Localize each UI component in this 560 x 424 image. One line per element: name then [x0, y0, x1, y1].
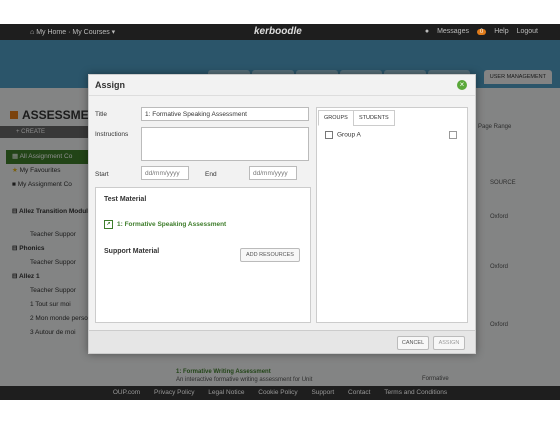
assign-dialog: Assign × Title Instructions Start End Te… [88, 74, 476, 354]
footer: OUP.com Privacy Policy Legal Notice Cook… [0, 386, 560, 400]
help-link[interactable]: Help [494, 28, 508, 35]
start-date-input[interactable] [141, 166, 189, 180]
group-a-checkbox[interactable] [449, 131, 457, 139]
user-icon[interactable]: ● [425, 28, 429, 35]
tab-students[interactable]: STUDENTS [353, 110, 395, 126]
footer-link[interactable]: OUP.com [113, 389, 140, 396]
start-label: Start [95, 171, 109, 178]
messages-link[interactable]: Messages [437, 28, 469, 35]
close-icon[interactable]: × [457, 80, 467, 90]
instructions-textarea[interactable] [141, 127, 309, 161]
test-material-heading: Test Material [104, 196, 147, 203]
expand-icon[interactable] [325, 131, 333, 139]
resource-icon: ↗ [104, 220, 113, 229]
my-home-link[interactable]: My Home [36, 29, 66, 36]
test-material-item[interactable]: ↗ 1: Formative Speaking Assessment [104, 220, 226, 229]
cancel-button[interactable]: CANCEL [397, 336, 429, 350]
footer-link[interactable]: Privacy Policy [154, 389, 194, 396]
home-icon[interactable]: ⌂ [30, 29, 34, 36]
footer-link[interactable]: Support [311, 389, 334, 396]
messages-count-badge: 0 [476, 29, 487, 35]
title-input[interactable] [141, 107, 309, 121]
footer-link[interactable]: Terms and Conditions [384, 389, 447, 396]
top-nav-bar: ⌂ My Home · My Courses ▾ kerboodle ● Mes… [0, 24, 560, 40]
brand-logo[interactable]: kerboodle [254, 26, 302, 37]
dialog-header: Assign × [89, 75, 475, 96]
footer-link[interactable]: Legal Notice [208, 389, 244, 396]
groups-panel [316, 107, 468, 323]
chevron-down-icon[interactable]: ▾ [112, 29, 116, 36]
tab-groups[interactable]: GROUPS [318, 110, 354, 126]
dialog-title: Assign [95, 80, 126, 90]
support-material-heading: Support Material [104, 248, 160, 255]
instructions-label: Instructions [95, 131, 129, 138]
footer-link[interactable]: Cookie Policy [258, 389, 297, 396]
title-label: Title [95, 111, 108, 118]
my-courses-link[interactable]: My Courses [72, 29, 109, 36]
end-date-input[interactable] [249, 166, 297, 180]
group-a-row[interactable]: Group A [325, 131, 361, 139]
assign-button[interactable]: ASSIGN [433, 336, 465, 350]
footer-link[interactable]: Contact [348, 389, 370, 396]
dialog-footer: CANCEL ASSIGN [89, 330, 475, 353]
top-nav-links: ⌂ My Home · My Courses ▾ [30, 29, 116, 36]
end-label: End [205, 171, 217, 178]
logout-link[interactable]: Logout [517, 28, 538, 35]
add-resources-button[interactable]: ADD RESOURCES [240, 248, 300, 262]
top-right-links: ● Messages 0 Help Logout [419, 28, 538, 35]
materials-panel: Test Material ↗ 1: Formative Speaking Ass… [95, 187, 311, 323]
